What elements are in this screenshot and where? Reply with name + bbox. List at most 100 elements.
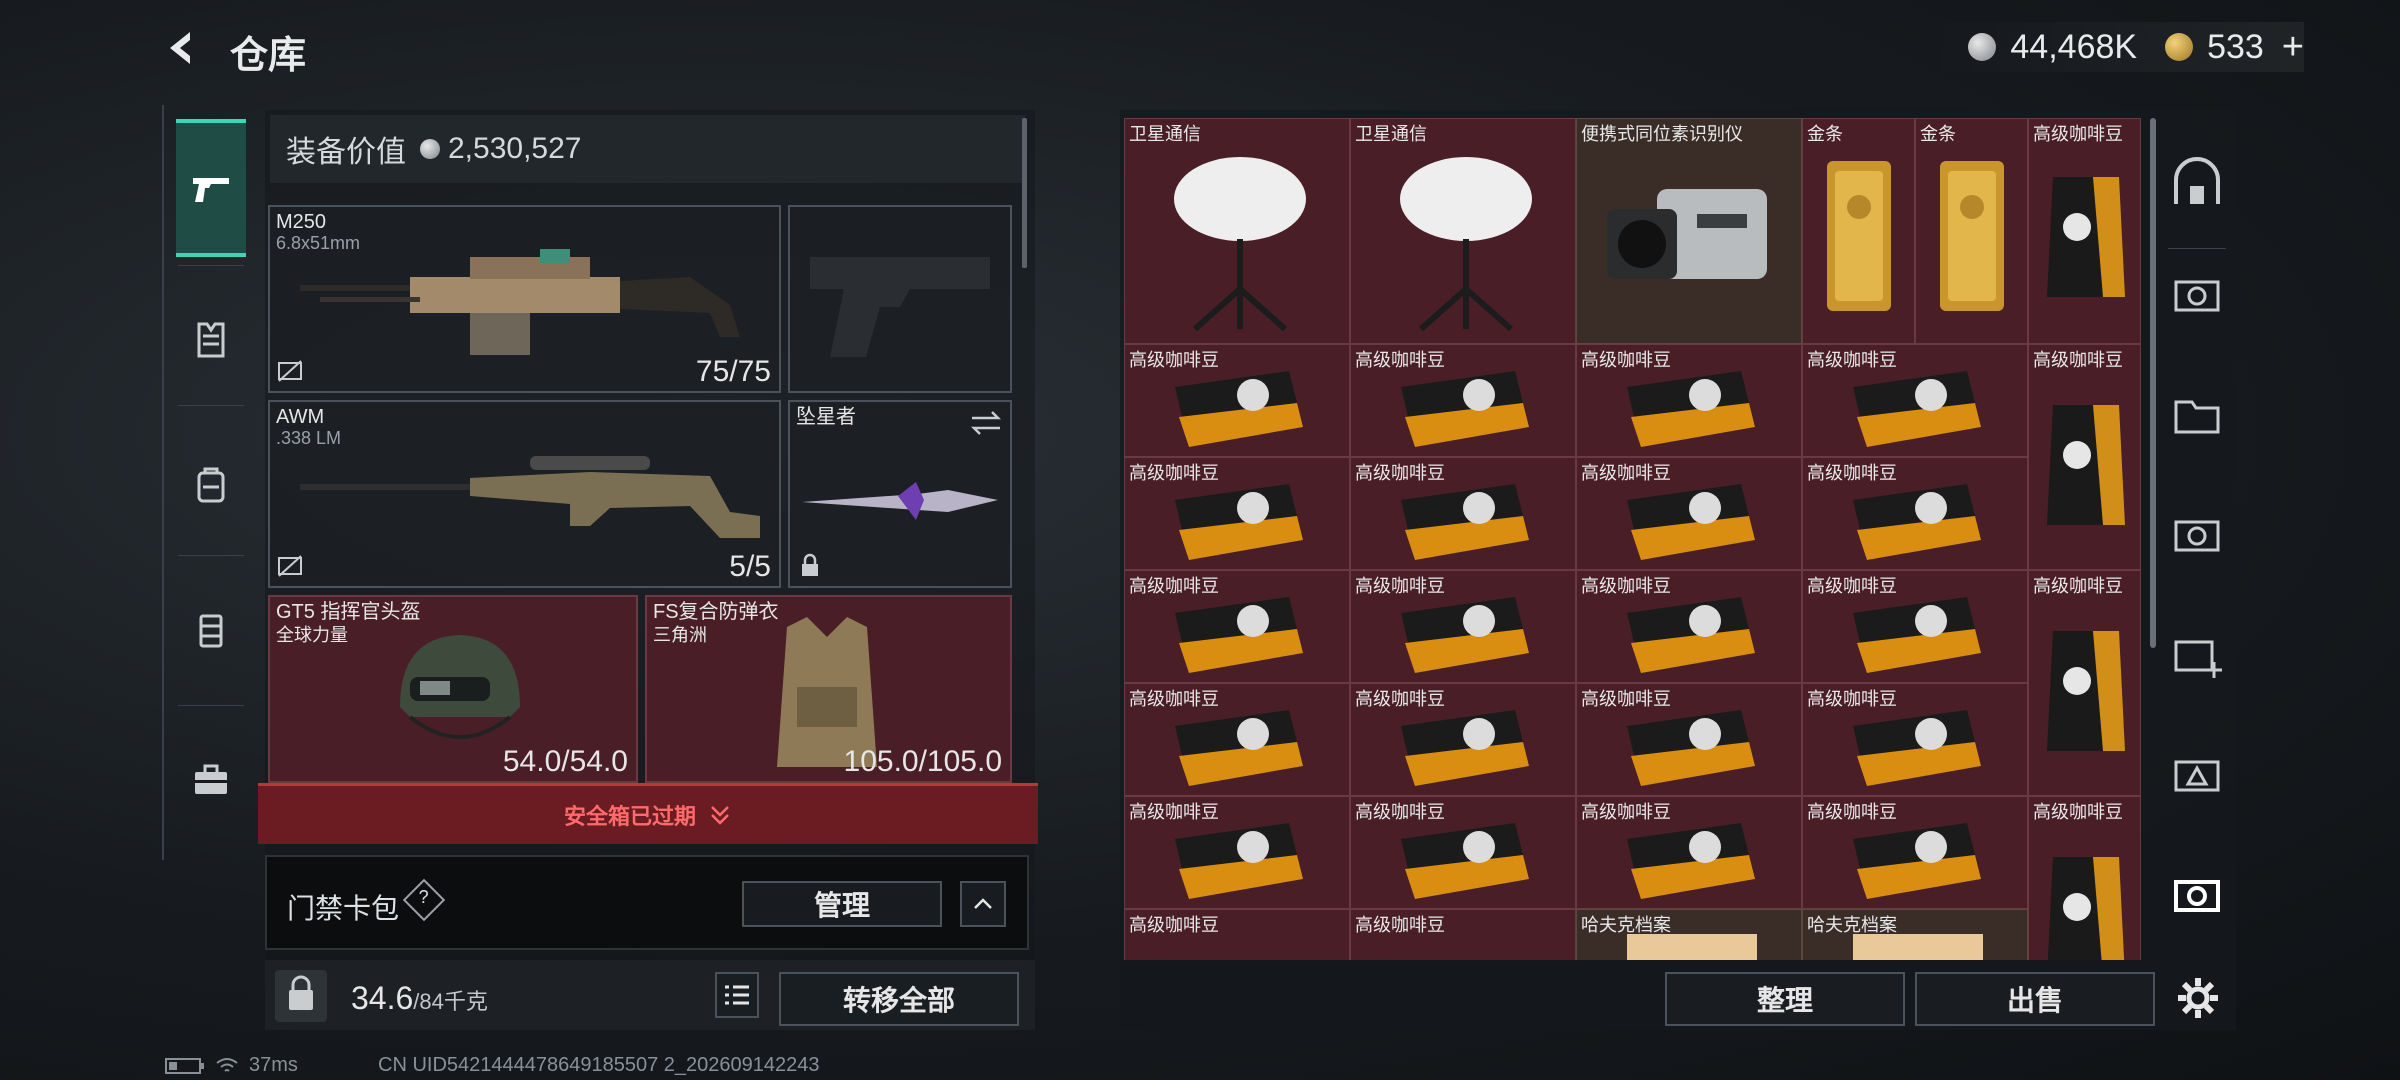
item-coffee[interactable]: 高级咖啡豆 — [1124, 570, 1350, 683]
item-name: 便携式同位素识别仪 — [1581, 124, 1743, 144]
primary-weapon-slot[interactable]: M250 6.8x51mm 75/75 — [268, 205, 781, 393]
item-coffee[interactable]: 高级咖啡豆 — [1576, 570, 1802, 683]
scanner-device-icon — [1607, 189, 1767, 279]
keycard-label: 门禁卡包 — [287, 893, 400, 924]
armor-brand: 三角洲 — [653, 625, 707, 645]
storage-box-selected-icon[interactable] — [2170, 868, 2224, 922]
item-coffee[interactable]: 高级咖啡豆 — [1576, 683, 1802, 796]
warning-box-icon[interactable] — [2170, 748, 2224, 802]
equip-value-amount: 2,530,527 — [448, 132, 582, 165]
coffee-bag-icon — [2047, 631, 2125, 751]
storage-actions: 整理 出售 — [1120, 960, 2236, 1030]
weight-icon — [275, 970, 327, 1022]
item-coffee[interactable]: 高级咖啡豆 — [1350, 683, 1576, 796]
item-coffee[interactable]: 高级咖啡豆 — [1802, 457, 2028, 570]
item-name: 高级咖啡豆 — [1807, 802, 1897, 822]
help-icon[interactable]: ? — [402, 878, 446, 922]
collapse-button[interactable] — [960, 881, 1006, 927]
backpack-icon — [197, 467, 225, 503]
item-hafu-file[interactable]: 哈夫克档案 — [1802, 909, 2028, 960]
item-coffee-tall[interactable]: 高级咖啡豆 — [2028, 796, 2141, 960]
sort-button[interactable]: 整理 — [1665, 972, 1905, 1026]
battery-icon — [165, 1057, 204, 1074]
item-coffee[interactable]: 高级咖啡豆 — [1576, 344, 1802, 457]
item-coffee[interactable]: 高级咖啡豆 — [1124, 457, 1350, 570]
item-coffee-tall[interactable]: 高级咖啡豆 — [2028, 570, 2141, 796]
item-name: 高级咖啡豆 — [1129, 802, 1219, 822]
keycard-pack: 门禁卡包 ? 管理 — [265, 855, 1029, 950]
satellite-dish-icon — [1400, 157, 1532, 332]
item-name: 高级咖啡豆 — [1355, 802, 1445, 822]
storage-grid: 卫星通信 卫星通信 便携式同位素识别仪 金条 金条 高级咖啡豆 高级咖啡豆 高级… — [1124, 118, 2141, 960]
warehouse-icon[interactable] — [2170, 156, 2224, 210]
item-hafu-file[interactable]: 哈夫克档案 — [1576, 909, 1802, 960]
loadout-scrollbar[interactable] — [1022, 118, 1027, 268]
item-name: 高级咖啡豆 — [1129, 576, 1219, 596]
item-coffee-tall[interactable]: 高级咖啡豆 — [2028, 344, 2141, 570]
nav-armor[interactable] — [176, 275, 246, 405]
sell-button[interactable]: 出售 — [1915, 972, 2155, 1026]
list-view-button[interactable] — [715, 972, 759, 1018]
folder-box-icon[interactable] — [2170, 388, 2224, 442]
ammo-count: 75/75 — [695, 355, 771, 388]
document-icon — [1853, 934, 1983, 960]
item-coffee[interactable]: 高级咖啡豆 — [1124, 909, 1350, 960]
item-gold-bar[interactable]: 金条 — [1802, 118, 1915, 344]
item-coffee[interactable]: 高级咖啡豆 — [1350, 909, 1576, 960]
item-coffee[interactable]: 高级咖啡豆 — [1576, 796, 1802, 909]
nav-rig[interactable] — [176, 565, 246, 695]
pistol-icon — [193, 178, 229, 202]
gold-coin-icon — [2165, 33, 2194, 61]
item-coffee[interactable]: 高级咖啡豆 — [1802, 796, 2028, 909]
nav-weapons[interactable] — [176, 119, 246, 257]
item-name: 哈夫克档案 — [1807, 915, 1897, 935]
item-gold-bar[interactable]: 金条 — [1915, 118, 2028, 344]
gold-bar-icon — [1827, 161, 1891, 311]
item-coffee[interactable]: 高级咖啡豆 — [1124, 344, 1350, 457]
item-coffee[interactable]: 高级咖啡豆 — [1576, 457, 1802, 570]
item-isotope-scanner[interactable]: 便携式同位素识别仪 — [1576, 118, 1802, 344]
pistol-slot-empty[interactable] — [788, 205, 1012, 393]
item-coffee[interactable]: 高级咖啡豆 — [1802, 344, 2028, 457]
add-currency-button[interactable]: + — [2282, 26, 2304, 69]
silver-amount: 44,468K — [2010, 27, 2138, 66]
equip-value-label: 装备价值 — [286, 136, 406, 169]
item-name: 金条 — [1807, 124, 1843, 144]
melee-slot[interactable]: 坠星者 — [788, 400, 1012, 588]
item-coffee[interactable]: 高级咖啡豆 — [1350, 796, 1576, 909]
item-name: 高级咖啡豆 — [1355, 915, 1445, 935]
item-name: 高级咖啡豆 — [1807, 463, 1897, 483]
helmet-slot[interactable]: GT5 指挥官头盔 全球力量 54.0/54.0 — [268, 595, 638, 783]
nav-case[interactable] — [176, 715, 246, 845]
gold-bar-icon — [1940, 161, 2004, 311]
item-satellite[interactable]: 卫星通信 — [1124, 118, 1350, 344]
storage-scrollbar[interactable] — [2150, 118, 2156, 648]
user-uid: CN UID5421444478649185507 2_202609142243 — [378, 1054, 820, 1076]
weapon-name: AWM — [276, 406, 325, 428]
item-coffee[interactable]: 高级咖啡豆 — [1350, 457, 1576, 570]
item-coffee[interactable]: 高级咖啡豆 — [1350, 570, 1576, 683]
item-coffee[interactable]: 高级咖啡豆 — [1802, 683, 2028, 796]
item-coffee[interactable]: 高级咖啡豆 — [1124, 796, 1350, 909]
nav-backpack[interactable] — [176, 420, 246, 550]
item-coffee[interactable]: 高级咖啡豆 — [1124, 683, 1350, 796]
gear-icon[interactable] — [2174, 974, 2222, 1022]
secondary-weapon-slot[interactable]: AWM .338 LM 5/5 — [268, 400, 781, 588]
wifi-icon — [216, 1057, 238, 1072]
helmet-brand: 全球力量 — [276, 625, 348, 645]
swap-icon[interactable] — [970, 410, 1002, 436]
item-coffee[interactable]: 高级咖啡豆 — [1350, 344, 1576, 457]
item-satellite[interactable]: 卫星通信 — [1350, 118, 1576, 344]
transfer-all-button[interactable]: 转移全部 — [779, 972, 1019, 1026]
item-name: 高级咖啡豆 — [2033, 124, 2123, 144]
safe-box-expired-banner[interactable]: 安全箱已过期 — [258, 783, 1038, 844]
storage-box-icon[interactable] — [2170, 508, 2224, 562]
storage-box-icon[interactable] — [2170, 268, 2224, 322]
back-arrow-icon[interactable] — [160, 26, 204, 70]
medkit-box-icon[interactable] — [2170, 628, 2224, 682]
item-coffee[interactable]: 高级咖啡豆 — [1802, 570, 2028, 683]
category-nav — [162, 105, 254, 860]
manage-button[interactable]: 管理 — [742, 881, 942, 927]
armor-slot[interactable]: FS复合防弹衣 三角洲 105.0/105.0 — [645, 595, 1012, 783]
item-coffee-tall[interactable]: 高级咖啡豆 — [2028, 118, 2141, 344]
